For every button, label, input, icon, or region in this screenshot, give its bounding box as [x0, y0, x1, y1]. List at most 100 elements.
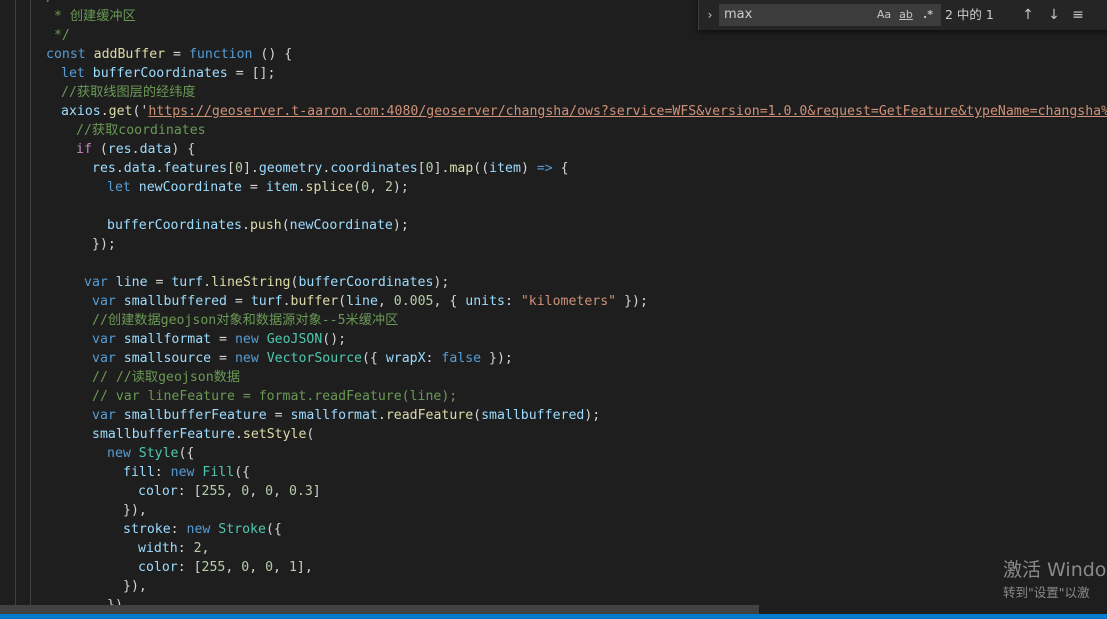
code-token: =	[241, 180, 266, 195]
match-case-icon[interactable]: Aa	[876, 7, 892, 23]
code-line[interactable]: //获取线图层的经纬度	[0, 83, 1107, 102]
code-token: // //读取geojson数据	[92, 370, 241, 385]
whole-word-icon[interactable]: ab	[897, 7, 915, 23]
code-token: () {	[252, 47, 293, 62]
code-token: //获取线图层的经纬度	[61, 85, 196, 100]
horizontal-scrollbar[interactable]	[0, 605, 759, 614]
code-area[interactable]: /** * 创建缓冲区 */ const addBuffer = function…	[0, 0, 1107, 615]
code-line[interactable]: // var lineFeature = format.readFeature(…	[0, 387, 1107, 406]
code-token: GeoJSON	[266, 332, 323, 347]
code-token: smallsource	[123, 351, 212, 366]
code-token: */	[46, 28, 70, 43]
code-line[interactable]: var smallsource = new VectorSource({ wra…	[0, 349, 1107, 368]
code-line[interactable]: var smallbufferFeature = smallformat.rea…	[0, 406, 1107, 425]
code-line[interactable]: width: 2,	[0, 539, 1107, 558]
code-token: =	[226, 294, 251, 309]
toggle-replace-chevron-icon[interactable]: ›	[702, 6, 718, 24]
code-token: smallbufferFeature	[92, 427, 235, 442]
code-token: {	[552, 161, 569, 176]
code-line[interactable]: var smallformat = new GeoJSON();	[0, 330, 1107, 349]
code-token: =	[147, 275, 172, 290]
code-line[interactable]: //获取coordinates	[0, 121, 1107, 140]
find-in-selection-icon[interactable]: ≡	[1068, 5, 1088, 25]
code-token: }),	[123, 503, 147, 518]
code-line[interactable]: }),	[0, 501, 1107, 520]
code-line[interactable]: stroke: new Stroke({	[0, 520, 1107, 539]
code-line[interactable]: //创建数据geojson对象和数据源对象--5米缓冲区	[0, 311, 1107, 330]
code-token: let	[107, 180, 139, 195]
code-token: [	[417, 161, 426, 176]
code-line[interactable]: let bufferCoordinates = [];	[0, 64, 1107, 83]
code-line[interactable]: if (res.data) {	[0, 140, 1107, 159]
code-token: function	[188, 47, 253, 62]
code-line[interactable]: // //读取geojson数据	[0, 368, 1107, 387]
find-input[interactable]: max Aa ab .*	[719, 4, 941, 26]
code-token: :	[154, 465, 171, 480]
code-token: 255	[201, 560, 226, 575]
code-line[interactable]: var smallbuffered = turf.buffer(line, 0.…	[0, 292, 1107, 311]
code-line[interactable]: color: [255, 0, 0, 0.3]	[0, 482, 1107, 501]
code-token: ();	[322, 332, 347, 347]
code-token: .	[115, 161, 124, 176]
code-token: push	[249, 218, 282, 233]
code-token: bufferCoordinates	[92, 66, 228, 81]
code-token: 0	[265, 560, 274, 575]
code-token: ,	[225, 484, 242, 499]
code-token: line	[346, 294, 378, 309]
find-widget: › max Aa ab .* 2 中的 1 ↑ ↓ ≡	[698, 0, 1107, 30]
code-line[interactable]: var line = turf.lineString(bufferCoordin…	[0, 273, 1107, 292]
code-token: ,	[273, 484, 289, 499]
code-token: ].	[242, 161, 259, 176]
code-token: bufferCoordinates	[298, 275, 434, 290]
code-token: const	[46, 47, 94, 62]
code-token: ]	[312, 484, 321, 499]
code-line[interactable]: bufferCoordinates.push(newCoordinate);	[0, 216, 1107, 235]
code-line[interactable]: }),	[0, 577, 1107, 596]
code-token: .	[131, 142, 140, 157]
code-line[interactable]: const addBuffer = function () {	[0, 45, 1107, 64]
previous-match-icon[interactable]: ↑	[1018, 5, 1038, 25]
code-token: ({	[361, 351, 386, 366]
code-token: item	[265, 180, 298, 195]
code-token: .	[155, 161, 164, 176]
code-line[interactable]: fill: new Fill({	[0, 463, 1107, 482]
code-token: res	[107, 142, 132, 157]
find-query-text: max	[724, 7, 753, 22]
code-line[interactable]: let newCoordinate = item.splice(0, 2);	[0, 178, 1107, 197]
code-line[interactable]: axios.get('https://geoserver.t-aaron.com…	[0, 102, 1107, 121]
code-token: });	[481, 351, 513, 366]
code-editor[interactable]: /** * 创建缓冲区 */ const addBuffer = function…	[0, 0, 1107, 619]
code-token: =	[165, 47, 189, 62]
code-token: :	[177, 541, 194, 556]
code-token: 2	[193, 541, 202, 556]
match-count: 2 中的 1	[945, 7, 994, 22]
code-line[interactable]	[0, 197, 1107, 216]
next-match-icon[interactable]: ↓	[1044, 5, 1064, 25]
code-token: new	[107, 446, 139, 461]
code-token: .	[241, 218, 250, 233]
code-token: (	[281, 218, 290, 233]
code-token: get	[108, 104, 133, 119]
code-line[interactable]: smallbufferFeature.setStyle(	[0, 425, 1107, 444]
code-line[interactable]: });	[0, 235, 1107, 254]
code-token: line	[115, 275, 148, 290]
regex-icon[interactable]: .*	[920, 7, 936, 23]
code-token: ((	[473, 161, 490, 176]
code-line[interactable]	[0, 254, 1107, 273]
code-token: [	[227, 161, 235, 176]
code-token: readFeature	[385, 408, 474, 423]
code-token: 0	[265, 484, 274, 499]
code-token: .	[282, 294, 291, 309]
code-line[interactable]: new Style({	[0, 444, 1107, 463]
code-token: ].	[433, 161, 450, 176]
code-token: ,	[249, 484, 266, 499]
code-token: =	[266, 408, 291, 423]
code-line[interactable]: res.data.features[0].geometry.coordinate…	[0, 159, 1107, 178]
code-token: smallbuffered	[123, 294, 227, 309]
code-line[interactable]: color: [255, 0, 0, 1],	[0, 558, 1107, 577]
code-token: .	[297, 180, 306, 195]
code-token: lineString	[211, 275, 291, 290]
code-token: res	[92, 161, 116, 176]
code-token: });	[92, 237, 116, 252]
code-token: data	[123, 161, 156, 176]
